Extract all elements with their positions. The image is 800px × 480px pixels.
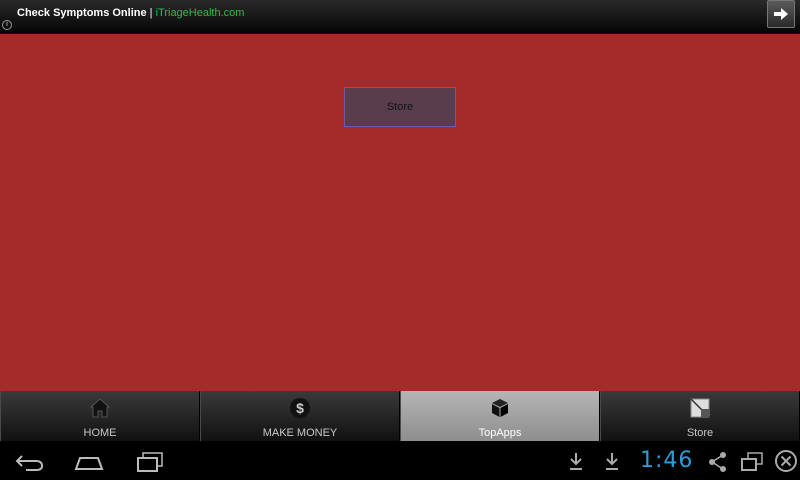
close-icon[interactable] [774, 449, 798, 473]
arrow-right-icon [774, 8, 788, 20]
tab-store[interactable]: Store [600, 391, 800, 441]
ad-title: Check Symptoms Online [17, 7, 147, 19]
home-icon [89, 398, 111, 418]
cube-icon [492, 399, 508, 417]
ad-text[interactable]: Check Symptoms Online | iTriageHealth.co… [17, 7, 244, 19]
svg-text:$: $ [296, 400, 304, 416]
ad-arrow-button[interactable] [767, 0, 795, 28]
tab-make-money[interactable]: $ MAKE MONEY [200, 391, 400, 441]
clock: 1:46 [640, 448, 694, 473]
download-icon[interactable] [568, 451, 584, 471]
store-button[interactable]: Store [344, 87, 456, 127]
tab-topapps-label: TopApps [478, 427, 522, 439]
tab-topapps[interactable]: TopApps [400, 391, 600, 441]
tab-home-label: HOME [83, 427, 117, 439]
ad-banner[interactable]: Check Symptoms Online | iTriageHealth.co… [0, 0, 800, 34]
tab-home[interactable]: HOME [0, 391, 200, 441]
download-icon[interactable] [604, 451, 620, 471]
back-icon[interactable] [14, 453, 44, 471]
store-icon [690, 398, 710, 418]
ad-separator: | [146, 7, 156, 19]
tab-bar: HOME $ MAKE MONEY TopApps Store [0, 391, 800, 441]
system-nav-bar: 1:46 [0, 441, 800, 480]
window-icon[interactable] [740, 451, 764, 473]
ad-info-icon[interactable]: i [2, 20, 12, 30]
main-content: Store [0, 34, 800, 391]
ad-site-link[interactable]: iTriageHealth.com [156, 7, 245, 19]
tab-store-label: Store [686, 427, 714, 439]
tab-make-money-label: MAKE MONEY [262, 427, 338, 439]
recent-apps-icon[interactable] [136, 451, 164, 473]
dollar-icon: $ [290, 398, 310, 418]
home-nav-icon[interactable] [74, 453, 104, 471]
share-icon[interactable] [708, 451, 728, 473]
